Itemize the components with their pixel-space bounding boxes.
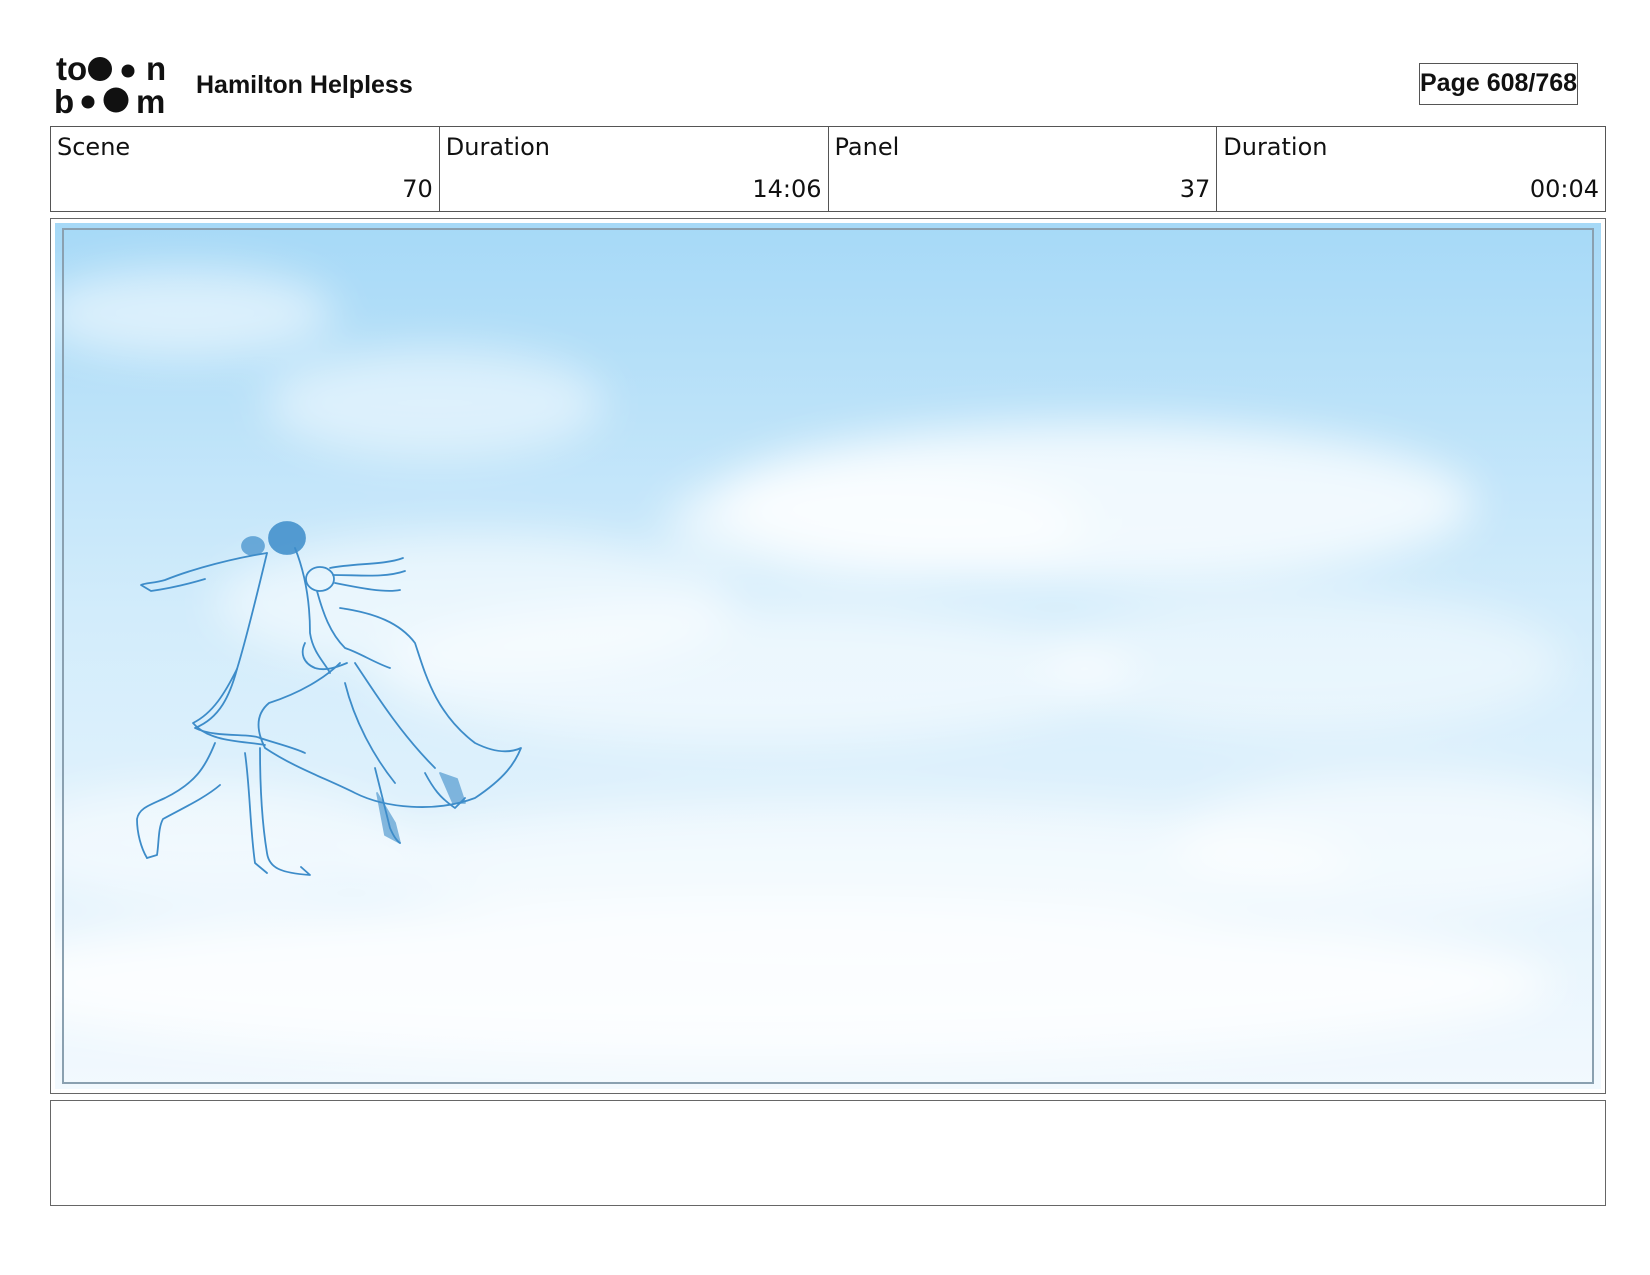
logo-dot-small bbox=[121, 64, 135, 78]
panel-duration-label: Duration bbox=[1223, 133, 1328, 161]
panel-value: 37 bbox=[1179, 175, 1211, 203]
document-title: Hamilton Helpless bbox=[196, 71, 413, 99]
panel-info-table: Scene 70 Duration 14:06 Panel 37 Duratio… bbox=[50, 126, 1606, 212]
panel-label: Panel bbox=[834, 133, 900, 161]
panel-cell: Panel 37 bbox=[829, 127, 1218, 211]
scene-cell: Scene 70 bbox=[51, 127, 440, 211]
storyboard-panel-image bbox=[55, 223, 1601, 1089]
toonboom-logo: to n b m bbox=[54, 52, 166, 116]
logo-text-m: m bbox=[136, 83, 165, 116]
page-indicator: Page 608/768 bbox=[1419, 63, 1578, 105]
man-head bbox=[268, 521, 306, 555]
logo-text-to: to bbox=[56, 52, 87, 87]
logo-dot-large bbox=[103, 87, 129, 113]
panel-duration-cell: Duration 00:04 bbox=[1217, 127, 1605, 211]
scene-label: Scene bbox=[57, 133, 131, 161]
storyboard-panel-frame bbox=[50, 218, 1606, 1094]
panel-duration-value: 00:04 bbox=[1529, 175, 1599, 203]
scene-duration-value: 14:06 bbox=[752, 175, 822, 203]
dialogue-notes-box bbox=[50, 1100, 1606, 1206]
scene-value: 70 bbox=[402, 175, 433, 203]
logo-dot-large bbox=[88, 57, 112, 81]
logo-text-b: b bbox=[54, 83, 74, 116]
scene-duration-cell: Duration 14:06 bbox=[440, 127, 829, 211]
logo-dot-small bbox=[81, 95, 95, 109]
logo-text-n: n bbox=[146, 52, 166, 87]
scene-duration-label: Duration bbox=[445, 133, 550, 161]
man-hair-tie bbox=[241, 536, 265, 556]
